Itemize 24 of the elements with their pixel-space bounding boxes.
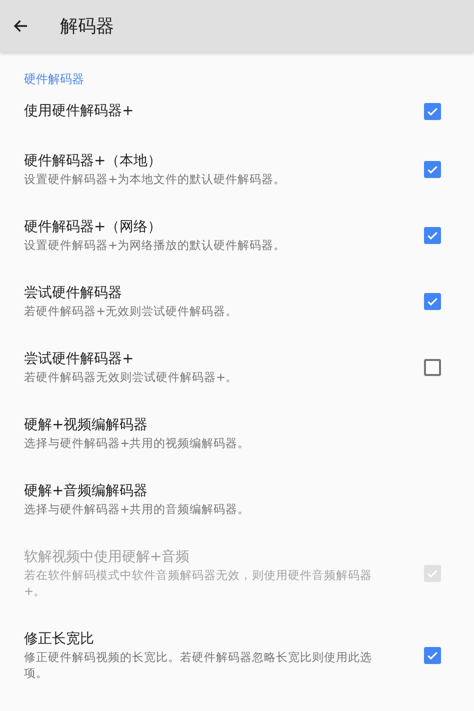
checkbox[interactable]	[424, 226, 441, 244]
setting-summary: 若在软件解码模式中软件音频解码器无效，则使用硬件音频解码器+。	[24, 567, 373, 599]
setting-summary: 选择与硬件解码器+共用的视频编解码器。	[24, 435, 251, 451]
setting-summary: 设置硬件解码器+为网络播放的默认硬件解码器。	[24, 237, 287, 253]
setting-title[interactable]: 硬解+音频编解码器	[24, 481, 421, 501]
checkbox[interactable]	[424, 358, 441, 376]
setting-title[interactable]: 硬件解码器+（网络）	[24, 217, 404, 237]
setting-title[interactable]: 尝试硬件解码器+	[24, 349, 404, 369]
checkbox[interactable]	[424, 160, 441, 178]
section-header: 硬件解码器	[24, 72, 84, 86]
setting-title[interactable]: 硬解+视频编解码器	[24, 415, 421, 435]
setting-title[interactable]: 尝试硬件解码器	[24, 283, 404, 303]
screen-title: 解码器	[60, 14, 114, 38]
setting-summary: 选择与硬件解码器+共用的音频编解码器。	[24, 501, 251, 517]
checkbox[interactable]	[424, 292, 441, 310]
setting-summary: 修正硬件解码视频的长宽比。若硬件解码器忽略长宽比则使用此选项。	[24, 649, 373, 681]
setting-summary: 若硬件解码器无效则尝试硬件解码器+。	[24, 369, 239, 385]
checkbox[interactable]	[424, 102, 441, 120]
setting-title[interactable]: 使用硬件解码器+	[24, 101, 404, 121]
setting-summary: 若硬件解码器+无效则尝试硬件解码器。	[24, 303, 239, 319]
setting-title[interactable]: 硬件解码器+（本地）	[24, 151, 404, 171]
setting-summary: 设置硬件解码器+为本地文件的默认硬件解码器。	[24, 171, 287, 187]
checkbox[interactable]	[424, 646, 441, 664]
setting-title[interactable]: 修正长宽比	[24, 629, 404, 649]
